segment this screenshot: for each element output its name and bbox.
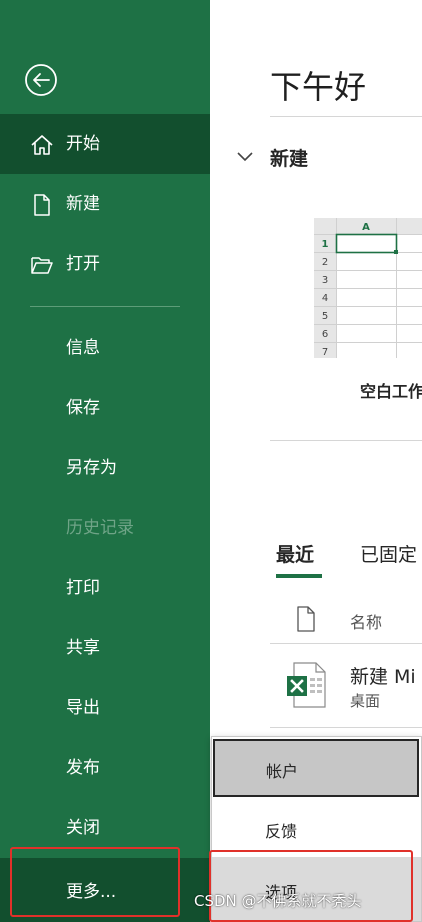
thumb-row-label: 5 [322, 311, 328, 322]
recent-file-name: 新建 Mi [350, 666, 416, 688]
document-type-icon [297, 606, 315, 632]
page-title: 下午好 [270, 68, 367, 106]
title-divider [270, 116, 422, 117]
sidebar-item-print[interactable]: 打印 [0, 558, 210, 618]
column-header-name[interactable]: 名称 [350, 609, 382, 633]
sidebar-item-more[interactable]: 更多... [10, 847, 180, 917]
home-icon [31, 135, 53, 155]
sidebar-item-label: 共享 [66, 638, 100, 658]
sidebar-item-export[interactable]: 导出 [0, 678, 210, 738]
sidebar-item-home[interactable]: 开始 [0, 114, 210, 174]
excel-file-icon [287, 662, 326, 708]
menu-item-label: 反馈 [265, 822, 298, 841]
sidebar-item-label: 开始 [66, 134, 100, 154]
new-section-title: 新建 [270, 148, 309, 170]
sidebar-divider [30, 306, 180, 307]
chevron-down-icon[interactable] [236, 148, 254, 164]
open-folder-icon [31, 257, 53, 274]
sidebar-item-save-as[interactable]: 另存为 [0, 438, 210, 498]
sidebar-item-history: 历史记录 [0, 498, 210, 558]
sidebar-item-label: 打开 [66, 254, 100, 274]
tab-recent[interactable]: 最近 [276, 540, 314, 567]
sidebar-item-label: 另存为 [66, 458, 117, 478]
menu-item-feedback[interactable]: 反馈 [212, 799, 421, 857]
sidebar-item-info[interactable]: 信息 [0, 318, 210, 378]
back-arrow-icon[interactable] [24, 63, 58, 97]
watermark-text: CSDN @不佛系就不秃头 [194, 892, 362, 910]
sidebar-item-label: 发布 [66, 758, 100, 778]
sidebar-item-share[interactable]: 共享 [0, 618, 210, 678]
sidebar-item-new[interactable]: 新建 [0, 174, 210, 234]
thumb-row-label: 2 [322, 257, 328, 268]
spreadsheet-grid-icon: A 1 2 3 4 5 6 7 [314, 218, 422, 358]
thumb-col-header: A [362, 222, 370, 233]
sidebar-item-label: 新建 [66, 194, 100, 214]
sidebar-item-label: 打印 [66, 578, 100, 598]
thumb-row-label: 6 [322, 329, 328, 340]
sidebar-item-label: 导出 [66, 698, 100, 718]
thumb-row-label: 7 [322, 347, 328, 358]
row-divider [270, 727, 422, 728]
sidebar-item-label: 关闭 [66, 818, 100, 838]
options-highlight-box [209, 850, 413, 922]
section-divider [270, 440, 422, 441]
blank-workbook-thumbnail[interactable]: A 1 2 3 4 5 6 7 [314, 218, 422, 358]
blank-workbook-label: 空白工作簿 [360, 382, 422, 401]
thumb-row-label: 4 [322, 293, 328, 304]
sidebar-item-publish[interactable]: 发布 [0, 738, 210, 798]
thumb-row-label: 1 [322, 239, 329, 250]
menu-item-account[interactable]: 帐户 [213, 739, 419, 797]
sidebar-item-open[interactable]: 打开 [0, 234, 210, 294]
tab-pinned[interactable]: 已固定 [360, 540, 417, 567]
sidebar-item-label: 信息 [66, 338, 100, 358]
list-header-divider [270, 643, 422, 644]
menu-item-label: 帐户 [266, 762, 299, 781]
sidebar-item-save[interactable]: 保存 [0, 378, 210, 438]
new-document-icon [34, 194, 50, 216]
sidebar-item-label: 历史记录 [66, 518, 134, 538]
sidebar-item-label: 更多... [66, 882, 117, 902]
backstage-sidebar: 开始 新建 打开 信息 保存 另存为 历史记录 打印 共享 导出 发布 关闭 更… [0, 0, 210, 922]
sidebar-item-label: 保存 [66, 398, 100, 418]
thumb-row-label: 3 [322, 275, 328, 286]
active-tab-indicator [276, 574, 322, 578]
recent-file-location: 桌面 [350, 692, 381, 710]
